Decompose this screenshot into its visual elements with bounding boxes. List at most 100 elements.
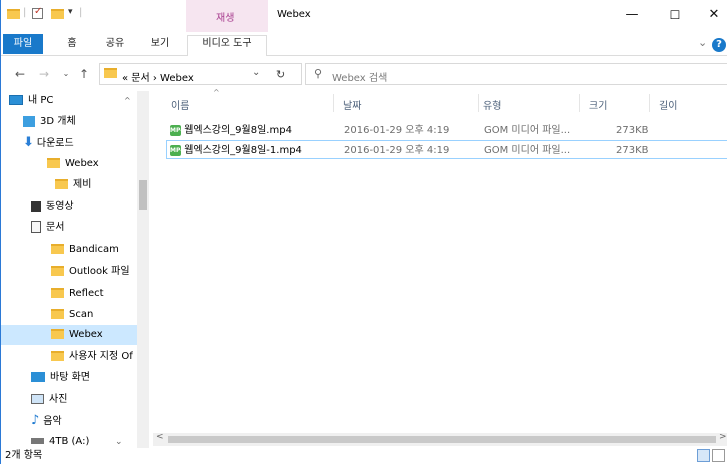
- video-icon: [31, 200, 41, 212]
- title-bar: | ✓ ▾ | 재생 Webex — ☐ ✕: [1, 0, 727, 32]
- column-size[interactable]: 크기: [589, 97, 607, 112]
- nav-item-jebi[interactable]: 제비: [55, 175, 91, 195]
- nav-item-3d-objects[interactable]: 3D 개체: [23, 112, 76, 132]
- download-icon: ⬇: [23, 135, 34, 150]
- new-folder-icon[interactable]: [51, 9, 64, 23]
- folder-icon: [51, 309, 64, 319]
- status-bar: 2개 항목: [1, 448, 727, 464]
- navigation-pane: 내 PC ^ 3D 개체 ⬇ 다운로드 Webex 제비 동영상 문서 Bandi…: [1, 91, 149, 448]
- column-header: ^ 이름 날짜 유형 크기 길이: [153, 88, 727, 115]
- nav-item-webex-downloads[interactable]: Webex: [47, 154, 99, 174]
- column-divider[interactable]: [478, 94, 479, 112]
- quick-access-dropdown-icon[interactable]: ▾: [68, 7, 73, 21]
- maximize-button[interactable]: ☐: [665, 6, 685, 24]
- file-size-cell: 273KB: [616, 145, 649, 156]
- sort-ascending-icon: ^: [213, 88, 220, 97]
- nav-item-outlook[interactable]: Outlook 파일: [51, 262, 130, 282]
- item-count: 2개 항목: [5, 450, 43, 461]
- nav-scrollbar-thumb[interactable]: [139, 180, 147, 210]
- nav-item-videos[interactable]: 동영상: [31, 197, 74, 217]
- file-row[interactable]: MP4 웹엑스강의_9월8일.mp4 2016-01-29 오후 4:19 GO…: [166, 121, 727, 140]
- folder-icon: [104, 68, 117, 81]
- scroll-right-icon[interactable]: >: [719, 432, 727, 442]
- drive-icon: [31, 438, 44, 444]
- address-dropdown-icon[interactable]: ⌄: [252, 67, 260, 78]
- checkbox-properties-icon[interactable]: ✓: [32, 6, 43, 19]
- file-size-cell: 273KB: [616, 125, 649, 136]
- expand-ribbon-icon[interactable]: ⌄: [698, 36, 707, 49]
- file-type-cell: GOM 미디어 파일...: [484, 125, 571, 136]
- desktop-icon: [31, 372, 45, 382]
- nav-item-my-pc[interactable]: 내 PC ^: [1, 91, 137, 111]
- context-tab-label: 재생: [216, 13, 235, 24]
- nav-item-custom-office[interactable]: 사용자 지정 Of: [51, 347, 133, 367]
- nav-scrollbar[interactable]: [137, 91, 149, 448]
- nav-item-reflect[interactable]: Reflect: [51, 284, 104, 304]
- folder-icon: [51, 329, 64, 339]
- minimize-button[interactable]: —: [622, 6, 642, 24]
- column-name[interactable]: 이름: [171, 97, 189, 112]
- column-length[interactable]: 길이: [659, 97, 677, 112]
- folder-icon: [55, 179, 68, 189]
- file-date-cell: 2016-01-29 오후 4:19: [344, 125, 450, 136]
- separator: |: [79, 7, 83, 18]
- music-icon: ♪: [31, 413, 40, 428]
- search-box[interactable]: ⚲ Webex 검색: [305, 63, 727, 85]
- scroll-down-icon[interactable]: ⌄: [115, 432, 123, 448]
- column-type[interactable]: 유형: [483, 97, 501, 112]
- refresh-icon[interactable]: ↻: [276, 68, 285, 81]
- nav-item-pictures[interactable]: 사진: [31, 390, 67, 410]
- large-icons-view-icon[interactable]: [712, 449, 725, 462]
- pc-icon: [9, 95, 23, 105]
- mp4-file-icon: MP4: [170, 144, 185, 156]
- column-divider[interactable]: [649, 94, 650, 112]
- pictures-icon: [31, 394, 44, 404]
- search-input[interactable]: Webex 검색: [332, 69, 387, 84]
- tab-share[interactable]: 공유: [101, 36, 129, 54]
- mp4-file-icon: MP4: [170, 124, 185, 136]
- folder-icon: [7, 9, 20, 23]
- back-arrow-icon[interactable]: ←: [13, 67, 27, 81]
- nav-item-drive-a[interactable]: 4TB (A:): [31, 432, 89, 448]
- nav-item-documents[interactable]: 문서: [31, 218, 64, 238]
- nav-item-downloads[interactable]: ⬇ 다운로드: [23, 133, 74, 153]
- address-path: « 문서 › Webex: [122, 73, 194, 84]
- close-button[interactable]: ✕: [704, 6, 724, 24]
- file-row-selected[interactable]: MP4 웹엑스강의_9월8일-1.mp4 2016-01-29 오후 4:19 …: [166, 140, 727, 159]
- column-divider[interactable]: [579, 94, 580, 112]
- 3d-objects-icon: [23, 115, 35, 127]
- nav-item-music[interactable]: ♪ 음악: [31, 411, 62, 431]
- folder-icon: [51, 266, 64, 276]
- address-bar[interactable]: « 문서 › Webex ⌄ ↻: [99, 63, 302, 85]
- file-name-cell: MP4 웹엑스강의_9월8일-1.mp4: [170, 144, 302, 156]
- tab-home[interactable]: 홈: [61, 36, 83, 54]
- scroll-left-icon[interactable]: <: [156, 432, 164, 442]
- nav-item-scan[interactable]: Scan: [51, 305, 93, 325]
- folder-icon: [51, 244, 64, 254]
- details-view-icon[interactable]: [697, 449, 710, 462]
- folder-icon: [47, 158, 60, 168]
- window-title: Webex: [277, 9, 311, 20]
- nav-item-desktop[interactable]: 바탕 화면: [31, 368, 90, 388]
- search-icon: ⚲: [314, 67, 323, 80]
- column-date[interactable]: 날짜: [343, 97, 361, 112]
- nav-item-webex-documents[interactable]: Webex: [1, 325, 137, 345]
- tab-file[interactable]: 파일: [3, 34, 43, 54]
- recent-locations-chevron-icon[interactable]: ⌄: [59, 67, 73, 81]
- file-list-scrollbar[interactable]: < >: [153, 432, 727, 446]
- nav-item-bandicam[interactable]: Bandicam: [51, 240, 119, 260]
- folder-icon: [51, 288, 64, 298]
- file-list-scrollbar-thumb[interactable]: [168, 436, 716, 443]
- navigation-bar: ← → ⌄ ↑ « 문서 › Webex ⌄ ↻ ⚲ Webex 검색: [1, 57, 727, 91]
- file-date-cell: 2016-01-29 오후 4:19: [344, 145, 450, 156]
- file-explorer-window: | ✓ ▾ | 재생 Webex — ☐ ✕ 파일 홈 공유 보기 비디오 도구…: [0, 0, 727, 464]
- up-arrow-icon[interactable]: ↑: [77, 67, 91, 81]
- separator: |: [23, 7, 27, 18]
- file-type-cell: GOM 미디어 파일...: [484, 145, 571, 156]
- help-icon[interactable]: ?: [712, 38, 726, 52]
- forward-arrow-icon[interactable]: →: [37, 67, 51, 81]
- tab-view[interactable]: 보기: [146, 36, 174, 54]
- column-divider[interactable]: [333, 94, 334, 112]
- tab-video-tools[interactable]: 비디오 도구: [187, 35, 267, 56]
- scroll-up-icon[interactable]: ^: [124, 91, 131, 111]
